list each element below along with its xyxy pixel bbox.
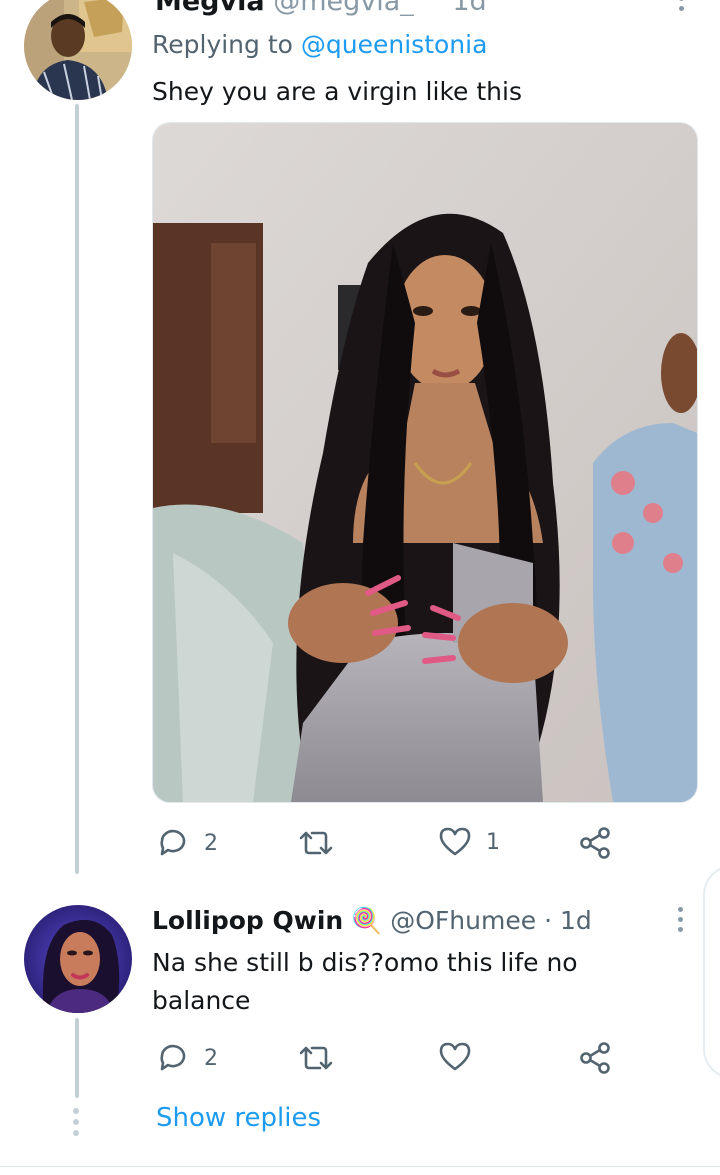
- tweet1-time: 1d: [452, 0, 487, 16]
- lollipop-emoji-icon: 🍭: [351, 906, 383, 935]
- tweet1-display-name[interactable]: Megvia: [155, 0, 265, 16]
- avatar-megvia[interactable]: [24, 0, 132, 100]
- tweet2-share-button[interactable]: [578, 1041, 612, 1075]
- tweet1-photo[interactable]: [152, 122, 698, 803]
- like-icon: [439, 827, 471, 856]
- tweet2-header: Lollipop Qwin 🍭 @OFhumee · 1d: [152, 906, 592, 936]
- retweet-icon: [299, 831, 333, 855]
- retweet-icon: [299, 1046, 333, 1070]
- tweet1-handle[interactable]: @megvia_: [273, 0, 414, 16]
- scroll-edge: [703, 865, 720, 1079]
- tweet2-time: 1d: [559, 906, 592, 935]
- replying-to: Replying to @queenistonia: [152, 30, 487, 59]
- thread-line-1: [75, 104, 79, 874]
- reply-icon: [160, 829, 186, 856]
- tweet1-like-count: 1: [486, 829, 500, 855]
- tweet2-display-name[interactable]: Lollipop Qwin: [152, 906, 343, 935]
- tweet1-reply-count: 2: [204, 830, 218, 856]
- show-replies-link[interactable]: Show replies: [156, 1103, 321, 1133]
- replying-to-handle[interactable]: @queenistonia: [301, 30, 488, 59]
- tweet2-text-line1: Na she still b dis??omo this life no: [152, 948, 578, 977]
- tweet2-retweet-button[interactable]: [298, 1041, 348, 1075]
- tweet2-reply-count: 2: [204, 1045, 218, 1071]
- tweet2-text-line2: balance: [152, 986, 251, 1015]
- tweet1-retweet-button[interactable]: [298, 826, 348, 860]
- reply-icon: [160, 1044, 186, 1071]
- tweet2-like-button[interactable]: [438, 1041, 486, 1073]
- tweet1-like-button[interactable]: 1: [438, 826, 500, 858]
- share-icon: [580, 1042, 610, 1074]
- tweet1-text: Shey you are a virgin like this: [152, 77, 522, 106]
- thread-ellipsis: [73, 1108, 79, 1136]
- tweet1-more-icon[interactable]: [677, 0, 685, 11]
- replying-to-prefix: Replying to: [152, 30, 293, 59]
- share-icon: [580, 827, 610, 859]
- tweet2-handle[interactable]: @OFhumee: [390, 906, 536, 935]
- like-icon: [439, 1042, 471, 1071]
- divider: [0, 1166, 720, 1167]
- tweet2-reply-button[interactable]: 2: [156, 1041, 218, 1075]
- tweet1-share-button[interactable]: [578, 826, 612, 860]
- thread-line-2: [75, 1018, 79, 1098]
- tweet2-separator: ·: [544, 906, 553, 935]
- tweet1-reply-button[interactable]: 2: [156, 826, 218, 860]
- avatar-lollipop-qwin[interactable]: [24, 905, 132, 1013]
- tweet2-text: Na she still b dis??omo this life no bal…: [152, 944, 578, 1020]
- tweet1-header: Megvia @megvia_ 1d: [155, 0, 487, 16]
- tweet2-more-icon[interactable]: [676, 907, 684, 932]
